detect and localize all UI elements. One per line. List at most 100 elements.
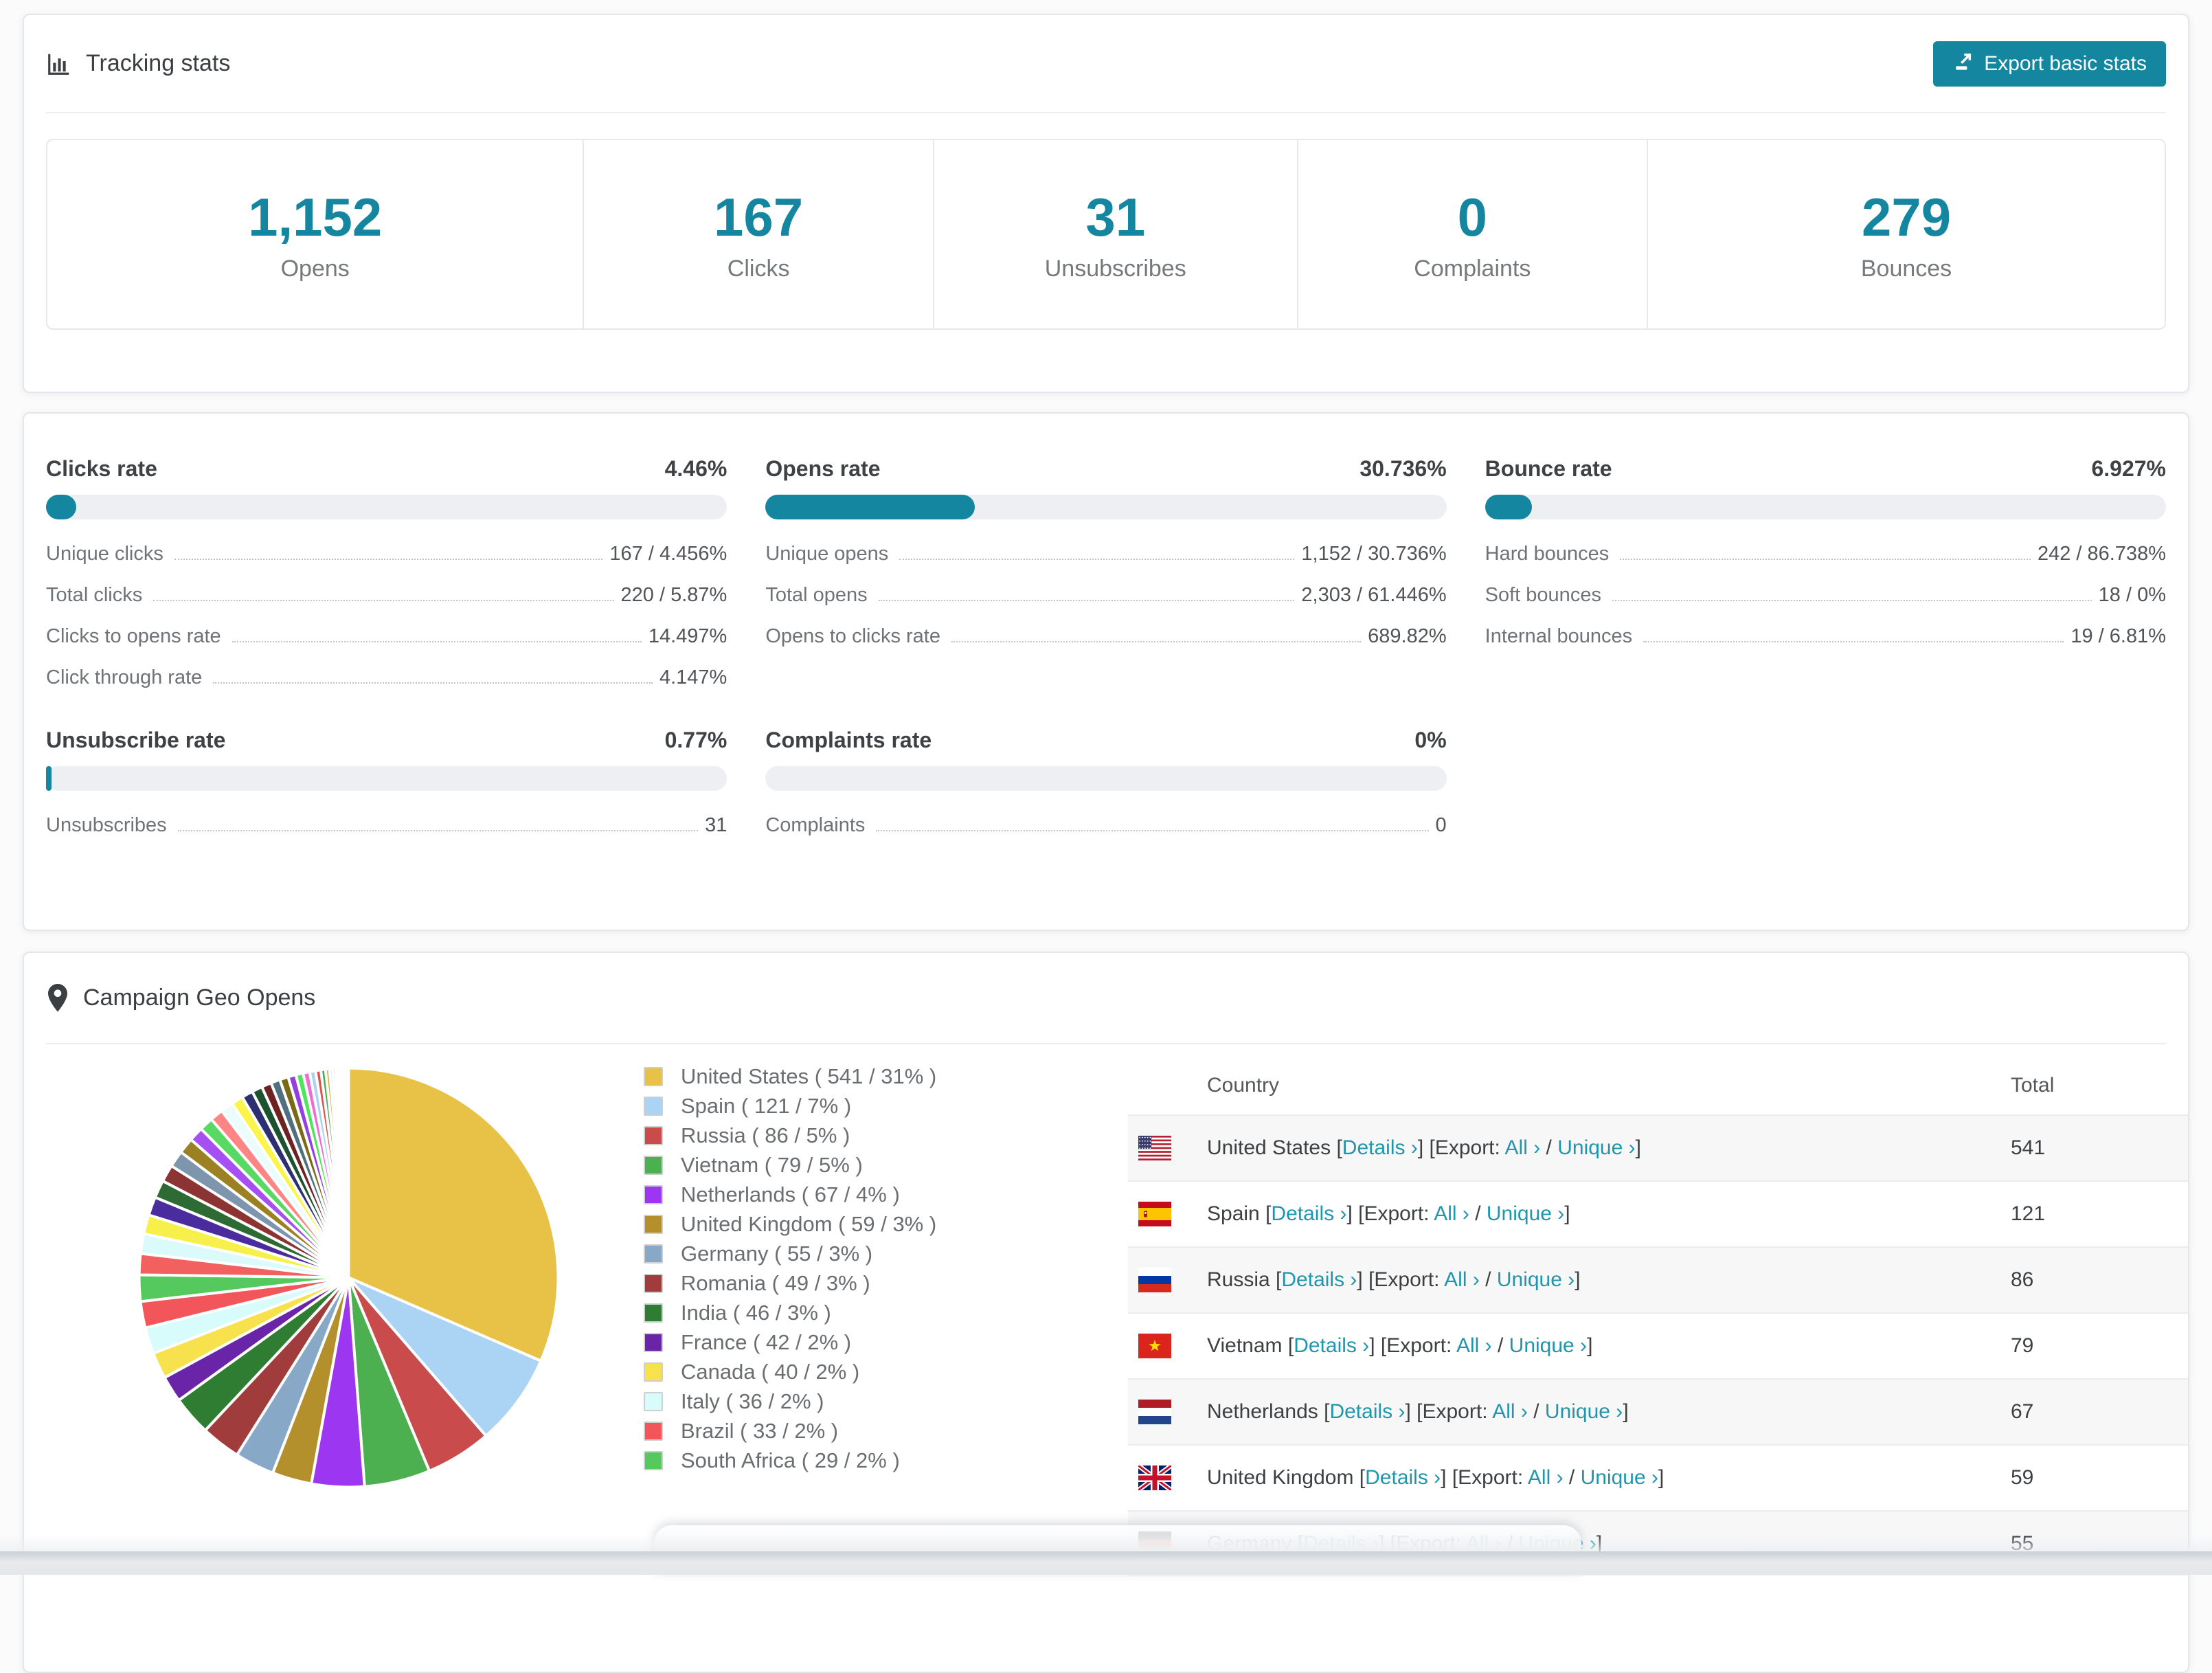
legend-swatch	[644, 1450, 663, 1470]
metric-row: Complaints 0	[765, 814, 1446, 837]
bracket-text: [	[1336, 1136, 1342, 1159]
legend-label: Russia ( 86 / 5% )	[681, 1123, 850, 1147]
metric-row: Unique opens 1,152 / 30.736%	[765, 543, 1446, 565]
stat-label: Opens	[280, 256, 350, 282]
bar-chart-icon	[46, 51, 72, 77]
export-unique-link[interactable]: Unique ›	[1557, 1136, 1635, 1159]
export-all-link[interactable]: All ›	[1528, 1466, 1564, 1489]
rate-block: Clicks rate 4.46% Unique clicks 167 / 4.456…	[46, 456, 727, 689]
legend-label: India ( 46 / 3% )	[681, 1300, 831, 1325]
country-name: United States	[1207, 1136, 1337, 1159]
export-all-link[interactable]: All ›	[1444, 1268, 1480, 1291]
rate-value: 6.927%	[2091, 456, 2166, 481]
legend-swatch	[644, 1155, 663, 1175]
stat-value: 0	[1457, 187, 1488, 247]
rate-title: Unsubscribe rate	[46, 728, 226, 752]
details-link[interactable]: Details ›	[1365, 1466, 1441, 1489]
geo-title-wrap: Campaign Geo Opens	[46, 983, 316, 1013]
bracket-text: ]	[1658, 1466, 1664, 1489]
ru-flag-icon	[1138, 1268, 1171, 1292]
export-all-link[interactable]: All ›	[1434, 1202, 1469, 1225]
table-row: Russia [Details ›] [Export: All › / Uniq…	[1128, 1246, 2188, 1312]
legend-swatch	[644, 1303, 663, 1323]
rate-value: 4.46%	[664, 456, 727, 481]
export-all-link[interactable]: All ›	[1492, 1400, 1528, 1423]
details-link[interactable]: Details ›	[1342, 1136, 1418, 1159]
export-unique-link[interactable]: Unique ›	[1497, 1268, 1575, 1291]
country-name: United Kingdom	[1207, 1466, 1359, 1489]
country-name: Spain	[1207, 1202, 1266, 1225]
details-link[interactable]: Details ›	[1294, 1334, 1369, 1357]
gb-flag-icon	[1138, 1466, 1171, 1490]
bracket-text: /	[1527, 1400, 1545, 1423]
dotted-leader	[232, 641, 642, 642]
metric-value: 19 / 6.81%	[2070, 625, 2166, 647]
table-row: Netherlands [Details ›] [Export: All › /…	[1128, 1378, 2188, 1444]
bracket-text: /	[1469, 1202, 1487, 1225]
dotted-leader	[177, 830, 699, 831]
bracket-text: ]	[1635, 1136, 1641, 1159]
bracket-text: /	[1479, 1268, 1497, 1291]
geo-section-title: Campaign Geo Opens	[83, 985, 316, 1011]
bracket-text: ]	[1623, 1400, 1629, 1423]
export-all-link[interactable]: All ›	[1505, 1136, 1541, 1159]
legend-swatch	[644, 1273, 663, 1293]
progress-bar	[765, 766, 1447, 791]
bracket-text: ]	[1564, 1202, 1570, 1225]
metric-row: Total clicks 220 / 5.87%	[46, 584, 727, 607]
metric-value: 4.147%	[659, 666, 727, 688]
legend-item: Spain ( 121 / 7% )	[644, 1091, 936, 1121]
bracket-text: ] [Export:	[1417, 1136, 1505, 1159]
geo-header: Campaign Geo Opens	[46, 953, 2166, 1044]
table-row: Vietnam [Details ›] [Export: All › / Uni…	[1128, 1312, 2188, 1378]
dotted-leader	[1612, 600, 2092, 601]
rates-grid: Clicks rate 4.46% Unique clicks 167 / 4.456…	[46, 456, 2166, 837]
legend-item: South Africa ( 29 / 2% )	[644, 1446, 936, 1475]
metric-row: Soft bounces 18 / 0%	[1485, 584, 2166, 607]
rate-block: Unsubscribe rate 0.77% Unsubscribes 31	[46, 728, 727, 837]
export-icon	[1952, 50, 1974, 78]
rate-value: 0.77%	[664, 728, 727, 752]
bracket-text: /	[1563, 1466, 1581, 1489]
pie-slice[interactable]	[346, 1066, 350, 1279]
bracket-text: [	[1287, 1334, 1294, 1357]
tracking-stats-title: Tracking stats	[46, 50, 230, 77]
metric-value: 1,152 / 30.736%	[1301, 543, 1447, 565]
export-unique-link[interactable]: Unique ›	[1545, 1400, 1623, 1423]
dotted-leader	[153, 600, 614, 601]
legend-label: South Africa ( 29 / 2% )	[681, 1448, 900, 1472]
details-link[interactable]: Details ›	[1271, 1202, 1346, 1225]
stat-value: 279	[1861, 187, 1952, 247]
stat-value: 1,152	[248, 187, 383, 247]
details-link[interactable]: Details ›	[1329, 1400, 1405, 1423]
bottom-scroll-band	[0, 1551, 2212, 1575]
legend-item: Vietnam ( 79 / 5% )	[644, 1150, 936, 1180]
legend-label: Romania ( 49 / 3% )	[681, 1270, 870, 1295]
export-all-link[interactable]: All ›	[1456, 1334, 1492, 1357]
geo-table: Country Total United States [Details ›] …	[1128, 1056, 2188, 1576]
legend-item: India ( 46 / 3% )	[644, 1298, 936, 1327]
export-basic-stats-button[interactable]: Export basic stats	[1933, 41, 2166, 87]
export-unique-link[interactable]: Unique ›	[1581, 1466, 1658, 1489]
legend-label: France ( 42 / 2% )	[681, 1329, 852, 1354]
stat-cell: 167 Clicks	[583, 140, 932, 328]
rate-block: Opens rate 30.736% Unique opens 1,152 / 30.…	[765, 456, 1447, 689]
progress-bar	[46, 766, 727, 791]
country-cell: Spain [Details ›] [Export: All › / Uniqu…	[1207, 1202, 1570, 1226]
export-unique-link[interactable]: Unique ›	[1509, 1334, 1587, 1357]
metric-rows: Unique opens 1,152 / 30.736% Total opens 2,…	[765, 543, 1446, 648]
metric-label: Unique clicks	[46, 543, 163, 565]
bracket-text: ]	[1575, 1268, 1581, 1291]
legend-item: Russia ( 86 / 5% )	[644, 1121, 936, 1150]
country-cell: United States [Details ›] [Export: All ›…	[1207, 1136, 1641, 1160]
metric-value: 0	[1435, 814, 1447, 836]
legend-label: Italy ( 36 / 2% )	[681, 1389, 824, 1413]
geo-pie-chart	[137, 1066, 560, 1489]
metric-value: 220 / 5.87%	[620, 584, 727, 606]
legend-swatch	[644, 1096, 663, 1116]
es-flag-icon	[1138, 1202, 1171, 1226]
legend-item: Romania ( 49 / 3% )	[644, 1268, 936, 1298]
details-link[interactable]: Details ›	[1281, 1268, 1357, 1291]
legend-label: Brazil ( 33 / 2% )	[681, 1418, 839, 1443]
export-unique-link[interactable]: Unique ›	[1487, 1202, 1564, 1225]
